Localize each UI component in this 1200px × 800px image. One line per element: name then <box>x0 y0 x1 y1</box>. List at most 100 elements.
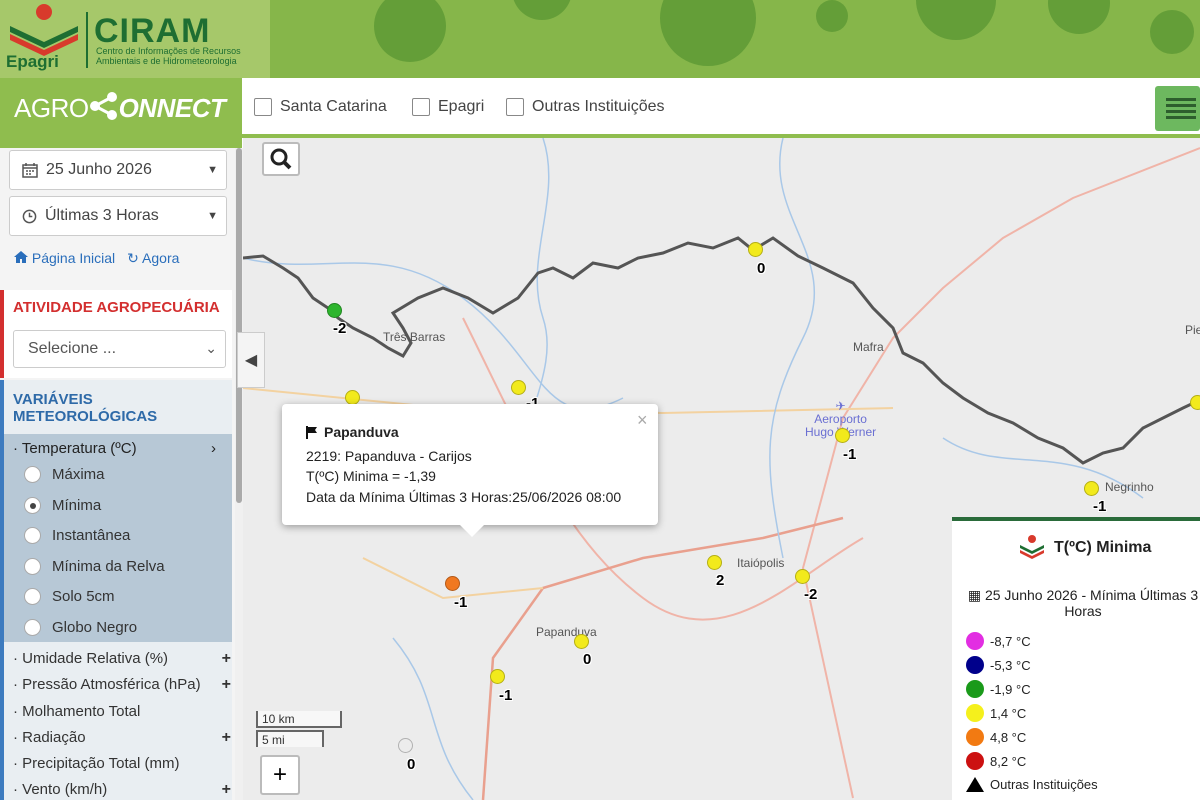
legend-item-other: Outras Instituições <box>966 777 1098 792</box>
home-link-label: Página Inicial <box>31 250 116 266</box>
var-label: · Molhamento Total <box>13 703 141 720</box>
period-select[interactable]: Últimas 3 Horas ▼ <box>9 196 227 236</box>
station-marker[interactable] <box>835 428 850 443</box>
radio-button[interactable] <box>24 466 41 483</box>
station-marker[interactable] <box>511 380 526 395</box>
radio-button[interactable] <box>24 558 41 575</box>
station-marker[interactable] <box>345 390 360 405</box>
station-marker[interactable] <box>445 576 460 591</box>
station-marker[interactable] <box>398 738 413 753</box>
radio-maxima[interactable]: Máxima <box>24 466 105 483</box>
filter-label: Santa Catarina <box>280 98 387 115</box>
legend-swatch <box>966 728 984 746</box>
radio-button[interactable] <box>24 527 41 544</box>
station-marker[interactable] <box>707 555 722 570</box>
radio-globo-negro[interactable]: Globo Negro <box>24 619 137 636</box>
station-value: 2 <box>716 572 725 589</box>
radio-label: Mínima da Relva <box>52 558 165 575</box>
radio-instantanea[interactable]: Instantânea <box>24 527 130 544</box>
agroconnect-logo[interactable]: AGRO ONNECT <box>14 92 226 124</box>
scrollbar-thumb[interactable] <box>236 148 242 503</box>
filter-epagri[interactable]: Epagri <box>412 98 484 116</box>
station-marker[interactable] <box>1084 481 1099 496</box>
airport-name-1: Aeroporto <box>814 412 867 426</box>
collapse-sidebar-button[interactable]: ◀ <box>237 332 265 388</box>
logo-divider <box>86 12 88 68</box>
legend-swatch <box>966 656 984 674</box>
filter-label: Outras Instituições <box>532 98 665 115</box>
radio-solo-5cm[interactable]: Solo 5cm <box>24 588 115 605</box>
chevron-down-icon: ⌄ <box>205 340 217 356</box>
station-marker[interactable] <box>574 634 589 649</box>
legend-label: 1,4 °C <box>990 705 1027 721</box>
zoom-in-button[interactable]: + <box>260 755 300 795</box>
var-umidade[interactable]: · Umidade Relativa (%) + <box>13 650 231 667</box>
quick-links: Página Inicial ↻ Agora <box>14 250 179 267</box>
radio-label: Globo Negro <box>52 619 138 636</box>
radio-label: Máxima <box>52 466 105 483</box>
date-select[interactable]: 25 Junho 2026 ▼ <box>9 150 227 190</box>
temperature-header[interactable]: · Temperatura (ºC) › <box>13 440 216 457</box>
legend-label: -8,7 °C <box>990 633 1031 649</box>
var-pressao[interactable]: · Pressão Atmosférica (hPa) + <box>13 676 231 693</box>
station-marker[interactable] <box>1190 395 1200 410</box>
legend-label: 4,8 °C <box>990 729 1027 745</box>
map-legend: T(ºC) Minima ▦ 25 Junho 2026 - Mínima Úl… <box>952 517 1200 800</box>
station-popup: × Papanduva 2219: Papanduva - Carijos T(… <box>282 404 658 537</box>
filter-outras-instituicoes[interactable]: Outras Instituições <box>506 98 665 116</box>
var-label: · Radiação <box>13 729 86 746</box>
legend-date-text: 25 Junho 2026 - Mínima Últimas 3 Horas <box>984 587 1199 619</box>
checkbox[interactable] <box>412 98 430 116</box>
expand-icon[interactable]: + <box>222 781 231 799</box>
var-radiacao[interactable]: · Radiação + <box>13 729 231 746</box>
map-label-itaiopolis: Itaiópolis <box>737 556 785 570</box>
temperature-label: · Temperatura (ºC) <box>13 440 137 457</box>
legend-item: -5,3 °C <box>966 656 1031 674</box>
map-label-pie: Pie <box>1185 323 1200 337</box>
ciram-logo-box[interactable]: Epagri CIRAM Centro de Informações de Re… <box>0 0 270 78</box>
station-marker[interactable] <box>327 303 342 318</box>
atividade-select[interactable]: Selecione ... ⌄ <box>13 330 226 368</box>
filter-label: Epagri <box>438 98 485 115</box>
checkbox[interactable] <box>254 98 272 116</box>
popup-tip <box>460 525 484 537</box>
station-value: -1 <box>454 594 468 611</box>
map-search-button[interactable] <box>262 142 300 176</box>
station-marker[interactable] <box>748 242 763 257</box>
period-value: Últimas 3 Horas <box>45 207 159 224</box>
close-icon[interactable]: × <box>637 410 648 431</box>
var-label: · Precipitação Total (mm) <box>13 755 180 772</box>
radio-button[interactable] <box>24 619 41 636</box>
legend-date: ▦ 25 Junho 2026 - Mínima Últimas 3 Horas <box>966 587 1200 619</box>
station-marker[interactable] <box>490 669 505 684</box>
legend-item: 1,4 °C <box>966 704 1026 722</box>
now-link[interactable]: ↻ Agora <box>127 250 179 267</box>
home-link[interactable]: Página Inicial <box>14 250 115 267</box>
expand-icon[interactable]: + <box>222 729 231 747</box>
var-molhamento[interactable]: · Molhamento Total <box>13 703 231 720</box>
checkbox[interactable] <box>506 98 524 116</box>
legend-title: T(ºC) Minima <box>1054 539 1152 556</box>
list-menu-button[interactable] <box>1155 86 1200 131</box>
expand-icon[interactable]: + <box>222 676 231 694</box>
radio-button-selected[interactable] <box>24 497 41 514</box>
radio-label: Mínima <box>52 497 102 514</box>
station-marker[interactable] <box>795 569 810 584</box>
var-vento[interactable]: · Vento (km/h) + <box>13 781 231 798</box>
sidebar: 25 Junho 2026 ▼ Últimas 3 Horas ▼ Página… <box>0 148 235 800</box>
radio-minima-relva[interactable]: Mínima da Relva <box>24 558 165 575</box>
home-icon <box>14 251 28 263</box>
expand-icon[interactable]: + <box>222 650 231 668</box>
legend-item: 4,8 °C <box>966 728 1026 746</box>
list-icon <box>1166 98 1196 101</box>
caret-down-icon: ▼ <box>207 164 218 176</box>
sidebar-scrollbar[interactable] <box>235 148 243 800</box>
legend-label: 8,2 °C <box>990 753 1027 769</box>
variaveis-section: VARIÁVEIS METEOROLÓGICAS · Temperatura (º… <box>0 380 232 800</box>
filter-santa-catarina[interactable]: Santa Catarina <box>254 98 387 116</box>
variaveis-title-line2: METEOROLÓGICAS <box>13 408 158 425</box>
radio-minima[interactable]: Mínima <box>24 497 101 514</box>
legend-label: Outras Instituições <box>990 777 1098 792</box>
var-precipitacao[interactable]: · Precipitação Total (mm) <box>13 755 231 772</box>
radio-button[interactable] <box>24 588 41 605</box>
